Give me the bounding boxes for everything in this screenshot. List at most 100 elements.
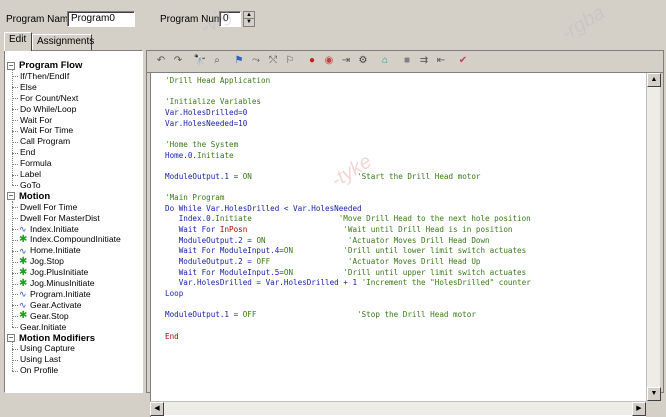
tree-item[interactable]: Index.CompoundInitiate bbox=[30, 234, 121, 245]
code-token: Var.HolesDrilled = Var.HolesDrilled + 1 bbox=[165, 278, 358, 288]
program-number-spinner[interactable]: ▲ ▼ bbox=[243, 11, 255, 27]
code-line: End bbox=[165, 332, 179, 342]
code-line: 'Home the System bbox=[165, 140, 238, 150]
code-line: Do While Var.HolesDrilled < Var.HolesNee… bbox=[165, 204, 362, 214]
tree-item[interactable]: For Count/Next bbox=[20, 93, 78, 104]
bookmark-next-icon[interactable]: ⤳ bbox=[248, 54, 264, 69]
code-token: OFF bbox=[256, 257, 271, 267]
code-token: ModuleOutput.1 = bbox=[165, 310, 243, 320]
tree-item[interactable]: End bbox=[20, 147, 35, 158]
code-editor: ↶ ↷ 🔭 ⌕ ⚑ ⤳ ⤲ ⚐ ● ◉ ⇥ ⚙ ⌂ ■ ⇉ ⇤ ✔ 'Drill Head Applicatio… bbox=[146, 50, 664, 417]
code-token: Var.HolesNeeded=10 bbox=[165, 118, 248, 128]
gear-icon: ✱ bbox=[19, 310, 28, 322]
tree-item[interactable]: Program.Initiate bbox=[30, 289, 91, 300]
tree-item[interactable]: Dwell For MasterDist bbox=[20, 213, 100, 224]
home-icon[interactable]: ⌂ bbox=[377, 54, 393, 69]
scroll-down-icon[interactable]: ▼ bbox=[647, 387, 661, 401]
breakpoint-clear-icon[interactable]: ◉ bbox=[321, 54, 337, 69]
program-number-input[interactable]: 0 bbox=[219, 11, 241, 27]
tree-item[interactable]: Wait For bbox=[20, 115, 52, 126]
code-token: 'Home the System bbox=[165, 139, 239, 149]
program-name-input[interactable]: Program0 bbox=[67, 11, 135, 27]
tree-connector bbox=[12, 370, 18, 372]
tree-group-label[interactable]: Program Flow bbox=[19, 60, 82, 71]
tree-item[interactable]: Jog.PlusInitiate bbox=[30, 267, 88, 278]
code-token: 'Actuator Moves Drill Head Down bbox=[265, 235, 490, 245]
redo-icon[interactable]: ↷ bbox=[170, 54, 186, 69]
tree-item[interactable]: Else bbox=[20, 82, 37, 93]
tree-group-label[interactable]: Motion bbox=[19, 191, 50, 202]
gear-icon: ✱ bbox=[19, 255, 28, 267]
gear-icon: ✱ bbox=[19, 266, 28, 278]
tree-connector bbox=[12, 200, 13, 328]
tree-collapse-icon[interactable]: − bbox=[7, 334, 15, 342]
tree-group-label[interactable]: Motion Modifiers bbox=[19, 333, 95, 344]
code-line: ModuleOutput.2 = ON 'Actuator Moves Dril… bbox=[165, 236, 490, 246]
run-icon[interactable]: ⚙ bbox=[355, 54, 371, 69]
scroll-up-icon[interactable]: ▲ bbox=[647, 73, 661, 87]
code-token: Wait For ModuleInput.4= bbox=[165, 246, 284, 256]
tree-item[interactable]: Using Last bbox=[20, 354, 61, 365]
undo-icon[interactable]: ↶ bbox=[153, 54, 169, 69]
find-icon[interactable]: 🔭 bbox=[192, 54, 208, 69]
step-over-icon[interactable]: ⇉ bbox=[416, 54, 432, 69]
find-next-icon[interactable]: ⌕ bbox=[209, 54, 225, 69]
step-icon[interactable]: ⇥ bbox=[338, 54, 354, 69]
code-text-area[interactable]: 'Drill Head Application 'Initialize Varia… bbox=[150, 73, 646, 417]
bookmark-clear-icon[interactable]: ⚐ bbox=[282, 54, 298, 69]
tree-item[interactable]: Jog.MinusInitiate bbox=[30, 278, 95, 289]
tree-item[interactable]: If/Then/EndIf bbox=[20, 71, 69, 82]
vertical-scrollbar[interactable]: ▲ ▼ bbox=[646, 73, 661, 401]
spin-up-icon[interactable]: ▲ bbox=[244, 12, 254, 19]
step-out-icon[interactable]: ⇤ bbox=[433, 54, 449, 69]
code-token: 'Drill until upper limit switch actuates bbox=[293, 267, 527, 277]
tree-item[interactable]: On Profile bbox=[20, 365, 58, 376]
stop-icon[interactable]: ■ bbox=[399, 54, 415, 69]
code-token: 'Drill Head Application bbox=[165, 76, 271, 85]
tree-connector bbox=[12, 342, 13, 371]
breakpoint-icon[interactable]: ● bbox=[304, 54, 320, 69]
tree-item[interactable]: Home.Initiate bbox=[30, 245, 81, 256]
scroll-left-icon[interactable]: ◀ bbox=[150, 402, 164, 416]
tab-assignments[interactable]: Assignments bbox=[32, 34, 94, 50]
code-token: ModuleOutput.1 = bbox=[165, 171, 243, 181]
tab-edit[interactable]: Edit bbox=[4, 32, 32, 51]
code-token: OFF bbox=[242, 310, 257, 320]
spin-down-icon[interactable]: ▼ bbox=[244, 19, 254, 26]
tree-item[interactable]: Dwell For Time bbox=[20, 202, 77, 213]
tree-item[interactable]: Jog.Stop bbox=[30, 256, 64, 267]
tree-item[interactable]: Wait For Time bbox=[20, 125, 73, 136]
code-token: Loop bbox=[165, 289, 184, 298]
tree-item[interactable]: GoTo bbox=[20, 180, 41, 191]
tree-item[interactable]: Using Capture bbox=[20, 343, 75, 354]
tree-item[interactable]: Formula bbox=[20, 158, 52, 169]
code-token: 'Initialize Variables bbox=[165, 97, 262, 107]
code-token: Wait For bbox=[165, 225, 220, 235]
tree-item[interactable]: Call Program bbox=[20, 136, 70, 147]
tree-item[interactable]: Label bbox=[20, 169, 41, 180]
instruction-tree[interactable]: − Program Flow If/Then/EndIf Else For Count/… bbox=[4, 50, 143, 393]
tree-collapse-icon[interactable]: − bbox=[7, 192, 15, 201]
tree-item[interactable]: Do While/Loop bbox=[20, 104, 76, 115]
tree-item[interactable]: Index.Initiate bbox=[30, 224, 79, 235]
code-line: ModuleOutput.2 = OFF 'Actuator Moves Dri… bbox=[165, 257, 481, 267]
wave-icon: ∿ bbox=[19, 224, 27, 234]
wave-icon: ∿ bbox=[19, 245, 27, 256]
code-line: Wait For ModuleInput.5=ON 'Drill until u… bbox=[165, 267, 527, 278]
code-token: ON bbox=[242, 171, 252, 181]
wave-icon: ∿ bbox=[19, 300, 27, 311]
bookmark-prev-icon[interactable]: ⤲ bbox=[265, 54, 281, 69]
editor-toolbar: ↶ ↷ 🔭 ⌕ ⚑ ⤳ ⤲ ⚐ ● ◉ ⇥ ⚙ ⌂ ■ ⇉ ⇤ ✔ bbox=[147, 51, 663, 73]
tree-item[interactable]: Gear.Initiate bbox=[20, 322, 66, 333]
tree-item[interactable]: Gear.Stop bbox=[30, 311, 69, 322]
tree-item[interactable]: Gear.Activate bbox=[30, 300, 82, 311]
horizontal-scrollbar[interactable]: ◀ ▶ bbox=[150, 401, 646, 416]
tree-collapse-icon[interactable]: − bbox=[7, 61, 15, 70]
check-icon[interactable]: ✔ bbox=[455, 54, 471, 69]
code-token: Var.HolesDrilled=0 bbox=[165, 107, 248, 117]
code-token: 'Wait until Drill Head is in position bbox=[247, 225, 513, 235]
code-token: 'Stop the Drill Head motor bbox=[256, 310, 476, 320]
bookmark-icon[interactable]: ⚑ bbox=[231, 54, 247, 69]
tree-connector bbox=[12, 327, 18, 329]
scroll-right-icon[interactable]: ▶ bbox=[632, 402, 646, 416]
